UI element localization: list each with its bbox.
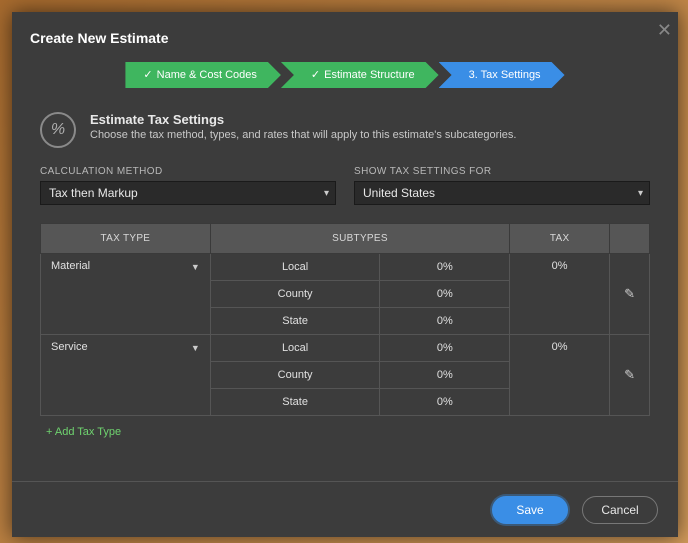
subtype-cell: Local	[210, 254, 380, 281]
subtype-cell: County	[210, 362, 380, 389]
check-icon: ✓	[311, 69, 320, 81]
th-edit	[610, 224, 650, 254]
subtype-rate: 0%	[380, 362, 510, 389]
chevron-down-icon: ▼	[191, 262, 200, 272]
subtype-cell: State	[210, 389, 380, 416]
th-tax-type: TAX TYPE	[41, 224, 211, 254]
calc-method-select[interactable]: Tax then Markup	[40, 181, 336, 205]
step-estimate-structure[interactable]: ✓Estimate Structure	[281, 62, 439, 88]
section-desc: Choose the tax method, types, and rates …	[90, 129, 516, 141]
table-row: Service ▼ Local 0% 0% ✎	[41, 335, 650, 362]
subtype-cell: County	[210, 281, 380, 308]
region-label: SHOW TAX SETTINGS FOR	[354, 166, 650, 177]
step-tax-settings[interactable]: 3. Tax Settings	[439, 62, 565, 88]
modal-title: Create New Estimate	[12, 12, 678, 60]
section-title: Estimate Tax Settings	[90, 112, 516, 127]
subtype-rate: 0%	[380, 281, 510, 308]
region-select[interactable]: United States	[354, 181, 650, 205]
th-subtypes: SUBTYPES	[210, 224, 509, 254]
calc-method-label: CALCULATION METHOD	[40, 166, 336, 177]
subtype-rate: 0%	[380, 335, 510, 362]
percent-icon: %	[40, 112, 76, 148]
subtype-rate: 0%	[380, 308, 510, 335]
edit-cell: ✎	[610, 335, 650, 416]
chevron-down-icon: ▼	[191, 343, 200, 353]
wizard-steps: ✓Name & Cost Codes ✓Estimate Structure 3…	[12, 62, 678, 88]
tax-type-cell[interactable]: Material ▼	[41, 254, 211, 335]
cancel-button[interactable]: Cancel	[582, 496, 658, 524]
tax-type-cell[interactable]: Service ▼	[41, 335, 211, 416]
subtype-rate: 0%	[380, 389, 510, 416]
pencil-icon[interactable]: ✎	[624, 286, 635, 301]
save-button[interactable]: Save	[492, 496, 568, 524]
type-tax-cell: 0%	[510, 254, 610, 335]
modal-footer: Save Cancel	[12, 481, 678, 537]
subtype-rate: 0%	[380, 254, 510, 281]
type-tax-cell: 0%	[510, 335, 610, 416]
step-name-cost-codes[interactable]: ✓Name & Cost Codes	[125, 62, 280, 88]
add-tax-type-link[interactable]: + Add Tax Type	[46, 426, 121, 438]
subtype-cell: Local	[210, 335, 380, 362]
edit-cell: ✎	[610, 254, 650, 335]
check-icon: ✓	[143, 69, 152, 81]
create-estimate-modal: ✕ Create New Estimate ✓Name & Cost Codes…	[12, 12, 678, 537]
table-row: Material ▼ Local 0% 0% ✎	[41, 254, 650, 281]
close-icon[interactable]: ✕	[657, 20, 672, 41]
th-tax: TAX	[510, 224, 610, 254]
pencil-icon[interactable]: ✎	[624, 367, 635, 382]
subtype-cell: State	[210, 308, 380, 335]
tax-table: TAX TYPE SUBTYPES TAX Material ▼ Local 0…	[40, 223, 650, 416]
